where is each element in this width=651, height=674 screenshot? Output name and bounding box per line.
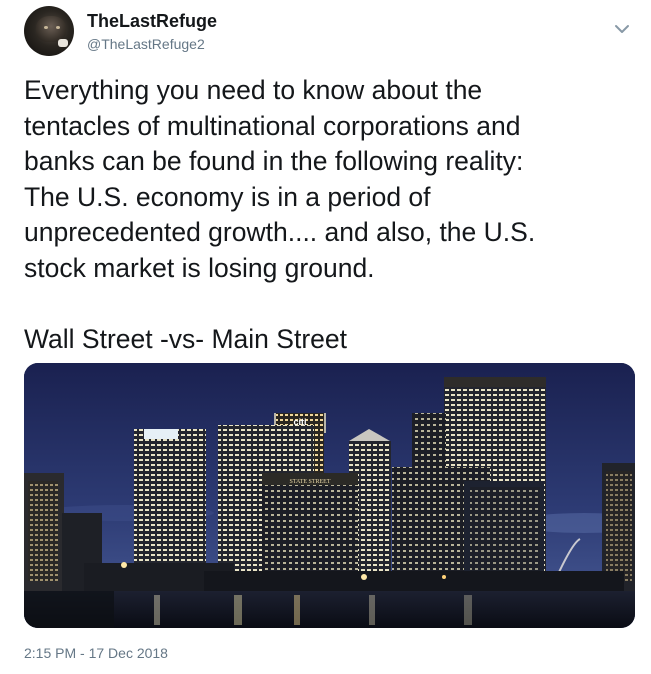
user-handle[interactable]: @TheLastRefuge2: [87, 36, 205, 52]
display-name[interactable]: TheLastRefuge: [87, 11, 217, 32]
chevron-down-icon[interactable]: [613, 22, 631, 36]
tweet-photo[interactable]: citi STATE STREET: [24, 363, 635, 628]
tweet-card: TheLastRefuge @TheLastRefuge2 Everything…: [0, 0, 651, 674]
state-street-sign: STATE STREET: [289, 479, 330, 485]
skyline-photo: citi STATE STREET: [24, 363, 635, 628]
tweet-text: Everything you need to know about the te…: [24, 75, 536, 354]
avatar[interactable]: [24, 6, 74, 56]
tweet-timestamp[interactable]: 2:15 PM - 17 Dec 2018: [24, 645, 168, 661]
tweet-header: TheLastRefuge @TheLastRefuge2: [24, 6, 633, 62]
